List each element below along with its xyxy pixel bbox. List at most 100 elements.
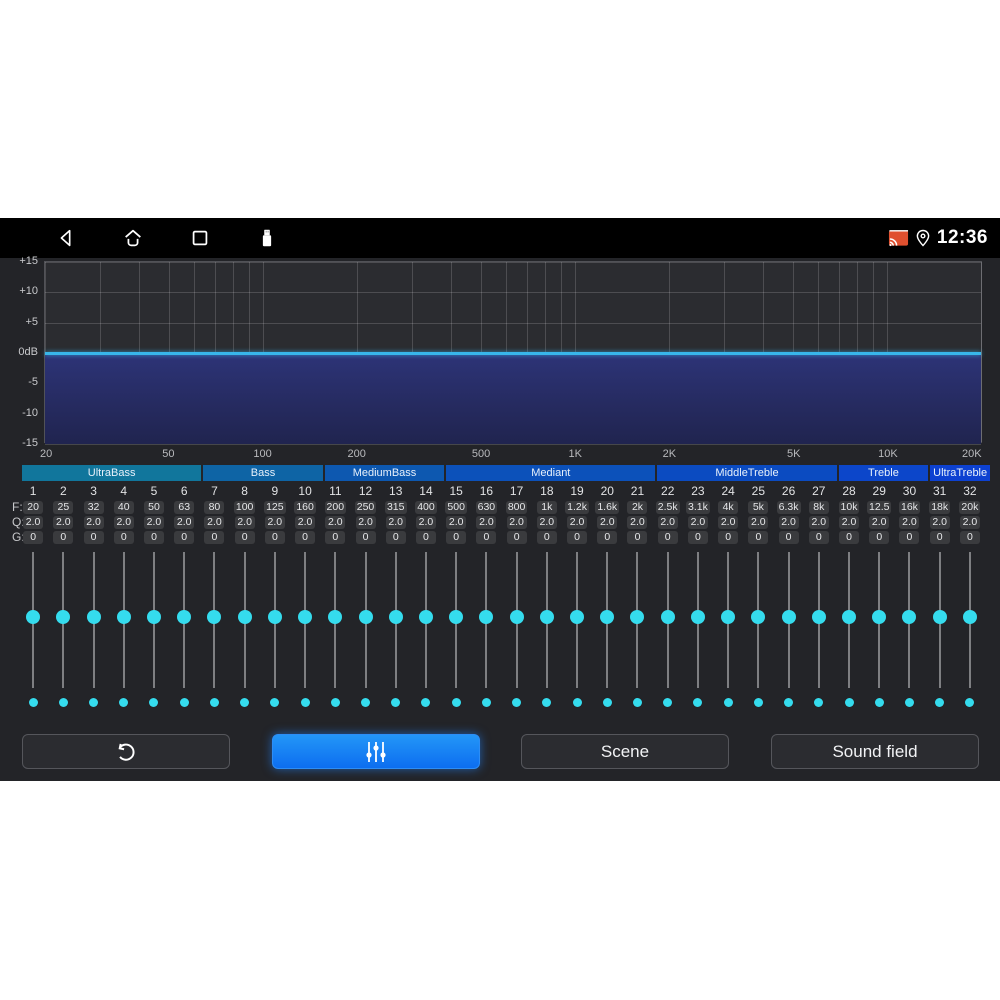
q-value[interactable]: 2.0 bbox=[23, 516, 44, 529]
q-value[interactable]: 2.0 bbox=[355, 516, 376, 529]
slider-knob[interactable] bbox=[570, 610, 585, 624]
slider-knob[interactable] bbox=[267, 610, 282, 624]
channel-number[interactable]: 29 bbox=[864, 484, 894, 500]
slider-knob[interactable] bbox=[328, 610, 343, 624]
freq-value[interactable]: 12.5 bbox=[867, 501, 892, 514]
slider-knob[interactable] bbox=[388, 610, 403, 624]
gain-slider[interactable] bbox=[743, 552, 773, 688]
q-value[interactable]: 2.0 bbox=[385, 516, 406, 529]
channel-number[interactable]: 2 bbox=[48, 484, 78, 500]
q-value[interactable]: 2.0 bbox=[506, 516, 527, 529]
channel-select-dot[interactable] bbox=[391, 698, 401, 707]
q-value[interactable]: 2.0 bbox=[113, 516, 134, 529]
slider-knob[interactable] bbox=[86, 610, 101, 624]
gain-value[interactable]: 0 bbox=[234, 531, 255, 544]
gain-value[interactable]: 0 bbox=[627, 531, 648, 544]
slider-knob[interactable] bbox=[842, 610, 857, 624]
q-value[interactable]: 2.0 bbox=[83, 516, 104, 529]
gain-slider[interactable] bbox=[139, 552, 169, 688]
q-value[interactable]: 2.0 bbox=[748, 516, 769, 529]
channel-number[interactable]: 14 bbox=[411, 484, 441, 500]
freq-value[interactable]: 63 bbox=[174, 501, 195, 514]
gain-slider[interactable] bbox=[773, 552, 803, 688]
band-header-mediant[interactable]: Mediant bbox=[446, 465, 656, 481]
gain-slider[interactable] bbox=[804, 552, 834, 688]
channel-number[interactable]: 13 bbox=[381, 484, 411, 500]
gain-slider[interactable] bbox=[683, 552, 713, 688]
gain-slider[interactable] bbox=[199, 552, 229, 688]
gain-slider[interactable] bbox=[502, 552, 532, 688]
freq-value[interactable]: 2.5k bbox=[655, 501, 680, 514]
gain-value[interactable]: 0 bbox=[325, 531, 346, 544]
slider-knob[interactable] bbox=[56, 610, 71, 624]
freq-value[interactable]: 200 bbox=[324, 501, 347, 514]
channel-number[interactable]: 22 bbox=[653, 484, 683, 500]
freq-value[interactable]: 125 bbox=[264, 501, 286, 514]
freq-value[interactable]: 50 bbox=[143, 501, 164, 514]
gain-slider[interactable] bbox=[713, 552, 743, 688]
freq-value[interactable]: 32 bbox=[83, 501, 104, 514]
cast-icon[interactable] bbox=[888, 229, 909, 247]
channel-select-dot[interactable] bbox=[149, 698, 159, 707]
equalizer-button[interactable] bbox=[272, 734, 480, 769]
gain-slider[interactable] bbox=[290, 552, 320, 688]
slider-knob[interactable] bbox=[26, 610, 41, 624]
freq-value[interactable]: 160 bbox=[294, 501, 316, 514]
gain-value[interactable]: 0 bbox=[355, 531, 376, 544]
channel-select-dot[interactable] bbox=[421, 698, 431, 707]
channel-number[interactable]: 23 bbox=[683, 484, 713, 500]
channel-select-dot[interactable] bbox=[693, 698, 703, 707]
sound-field-button[interactable]: Sound field bbox=[771, 734, 979, 769]
channel-number[interactable]: 32 bbox=[955, 484, 985, 500]
slider-knob[interactable] bbox=[872, 610, 887, 624]
q-value[interactable]: 2.0 bbox=[476, 516, 497, 529]
slider-knob[interactable] bbox=[539, 610, 554, 624]
slider-knob[interactable] bbox=[962, 610, 977, 624]
gain-value[interactable]: 0 bbox=[204, 531, 225, 544]
gain-value[interactable]: 0 bbox=[597, 531, 618, 544]
gain-slider[interactable] bbox=[78, 552, 108, 688]
gain-slider[interactable] bbox=[471, 552, 501, 688]
gain-slider[interactable] bbox=[48, 552, 78, 688]
channel-number[interactable]: 30 bbox=[894, 484, 924, 500]
q-value[interactable]: 2.0 bbox=[536, 516, 557, 529]
gain-value[interactable]: 0 bbox=[264, 531, 285, 544]
channel-select-dot[interactable] bbox=[270, 698, 280, 707]
channel-select-dot[interactable] bbox=[300, 698, 310, 707]
channel-number[interactable]: 7 bbox=[199, 484, 229, 500]
channel-number[interactable]: 31 bbox=[925, 484, 955, 500]
scene-button[interactable]: Scene bbox=[521, 734, 729, 769]
freq-value[interactable]: 20 bbox=[23, 501, 44, 514]
gain-value[interactable]: 0 bbox=[839, 531, 860, 544]
q-value[interactable]: 2.0 bbox=[295, 516, 316, 529]
freq-value[interactable]: 1.2k bbox=[565, 501, 589, 514]
channel-select-dot[interactable] bbox=[784, 698, 794, 707]
gain-slider[interactable] bbox=[834, 552, 864, 688]
slider-knob[interactable] bbox=[630, 610, 645, 624]
gain-slider[interactable] bbox=[864, 552, 894, 688]
slider-knob[interactable] bbox=[207, 610, 222, 624]
band-header-treble[interactable]: Treble bbox=[838, 465, 929, 481]
channel-number[interactable]: 25 bbox=[743, 484, 773, 500]
freq-value[interactable]: 40 bbox=[113, 501, 134, 514]
channel-number[interactable]: 5 bbox=[139, 484, 169, 500]
freq-value[interactable]: 80 bbox=[204, 501, 225, 514]
q-value[interactable]: 2.0 bbox=[627, 516, 648, 529]
slider-knob[interactable] bbox=[116, 610, 131, 624]
channel-number[interactable]: 1 bbox=[18, 484, 48, 500]
channel-number[interactable]: 28 bbox=[834, 484, 864, 500]
channel-select-dot[interactable] bbox=[844, 698, 854, 707]
gain-slider[interactable] bbox=[169, 552, 199, 688]
q-value[interactable]: 2.0 bbox=[174, 516, 195, 529]
gain-value[interactable]: 0 bbox=[83, 531, 104, 544]
gain-value[interactable]: 0 bbox=[657, 531, 678, 544]
freq-value[interactable]: 5k bbox=[748, 501, 769, 514]
channel-number[interactable]: 10 bbox=[290, 484, 320, 500]
gain-value[interactable]: 0 bbox=[536, 531, 557, 544]
channel-select-dot[interactable] bbox=[572, 698, 582, 707]
gain-slider[interactable] bbox=[260, 552, 290, 688]
channel-number[interactable]: 6 bbox=[169, 484, 199, 500]
channel-select-dot[interactable] bbox=[240, 698, 250, 707]
freq-value[interactable]: 2k bbox=[627, 501, 648, 514]
channel-select-dot[interactable] bbox=[904, 698, 914, 707]
